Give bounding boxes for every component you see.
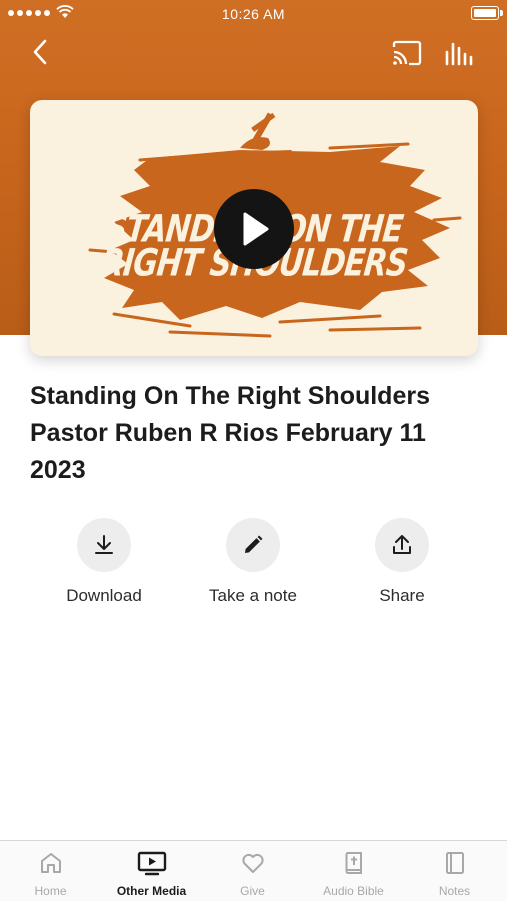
chevron-left-icon — [33, 39, 47, 65]
equalizer-icon — [445, 42, 473, 66]
share-label: Share — [379, 586, 425, 605]
tab-audio-bible[interactable]: Audio Bible — [303, 841, 404, 901]
share-button-circle[interactable] — [375, 518, 429, 572]
download-button[interactable]: Download — [29, 518, 179, 606]
tab-bar: Home Other Media Give Audio Bible Notes — [0, 840, 507, 901]
tab-home-label: Home — [34, 884, 67, 898]
tab-give-label: Give — [240, 884, 265, 898]
tab-other-media[interactable]: Other Media — [101, 841, 202, 901]
cast-icon — [392, 40, 422, 66]
notes-icon — [445, 852, 464, 874]
share-icon — [393, 535, 411, 554]
play-button[interactable] — [214, 189, 294, 269]
tab-audio-bible-label: Audio Bible — [323, 884, 384, 898]
battery-icon — [471, 6, 503, 20]
bible-icon — [345, 852, 362, 874]
download-button-circle[interactable] — [77, 518, 131, 572]
tab-notes-label: Notes — [438, 884, 471, 898]
status-bar: 10:26 AM — [0, 0, 507, 28]
download-icon — [95, 535, 113, 554]
back-button[interactable] — [26, 36, 56, 68]
share-button[interactable]: Share — [327, 518, 477, 606]
take-note-button[interactable]: Take a note — [178, 518, 328, 606]
take-note-button-circle[interactable] — [226, 518, 280, 572]
sermon-artwork: STANDING ON THE RIGHT SHOULDERS — [30, 100, 478, 356]
play-icon — [243, 212, 269, 246]
tab-home[interactable]: Home — [0, 841, 101, 901]
heart-icon — [241, 853, 264, 873]
cast-button[interactable] — [390, 38, 424, 68]
sermon-title: Standing On The Right Shoulders Pastor R… — [30, 382, 430, 484]
audio-button[interactable] — [442, 38, 478, 68]
tab-give[interactable]: Give — [202, 841, 303, 901]
download-label: Download — [66, 586, 142, 605]
tv-play-icon — [137, 851, 166, 876]
tab-other-media-label: Other Media — [116, 884, 187, 898]
status-time: 10:26 AM — [221, 6, 286, 22]
home-icon — [40, 853, 61, 873]
tab-notes[interactable]: Notes — [404, 841, 505, 901]
take-note-label: Take a note — [209, 586, 297, 605]
pencil-icon — [245, 535, 263, 553]
